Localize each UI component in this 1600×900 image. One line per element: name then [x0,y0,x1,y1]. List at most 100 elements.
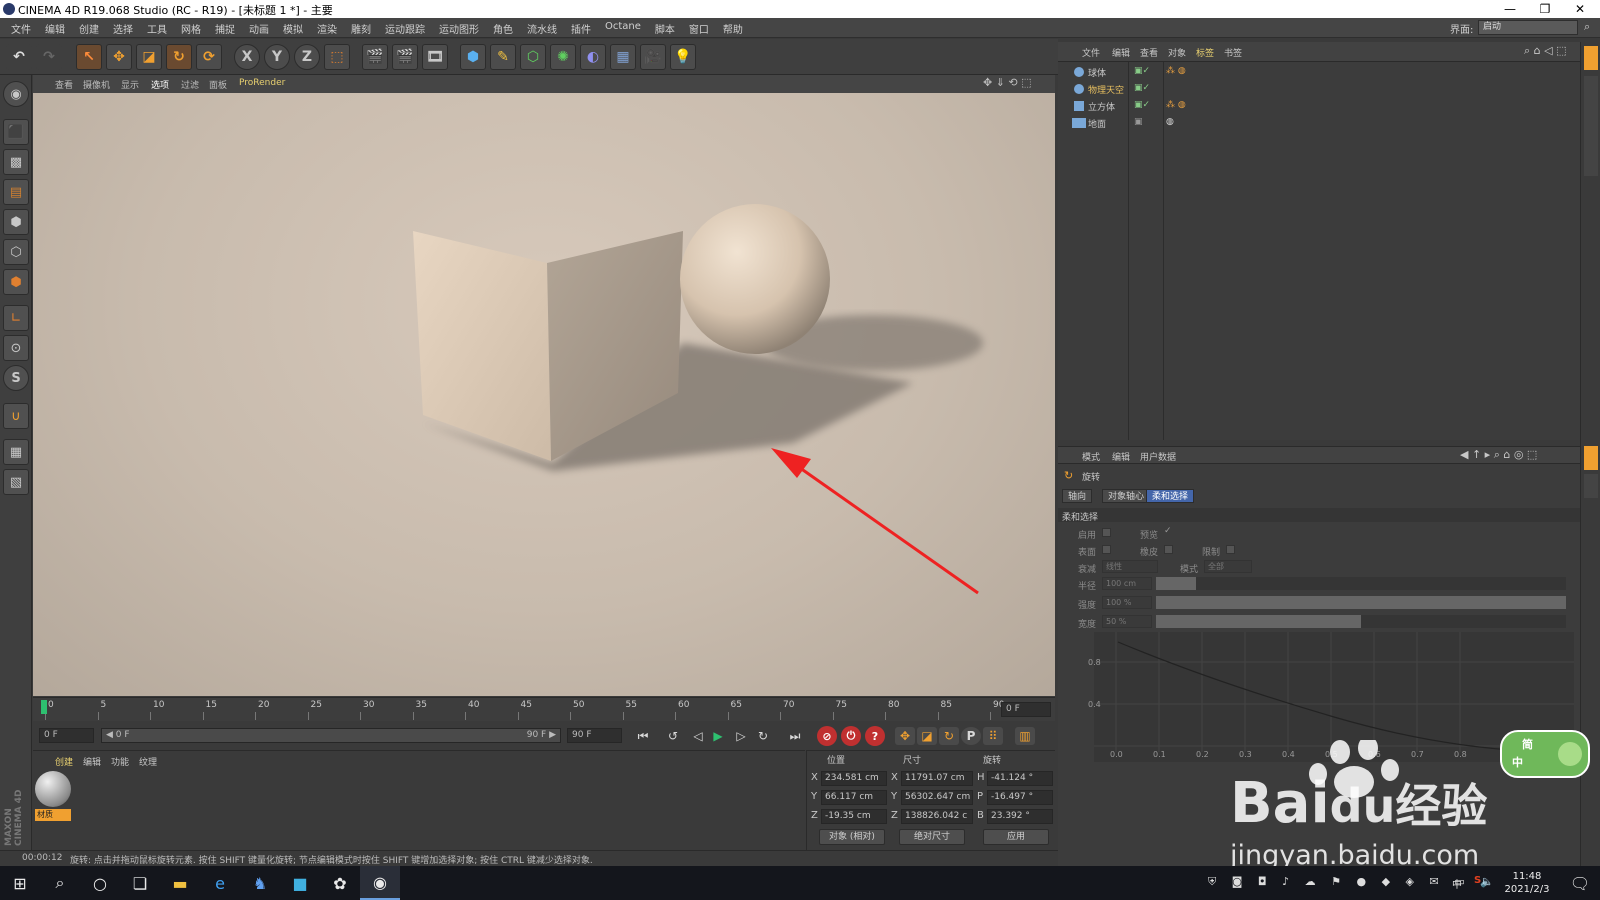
end-frame-field[interactable]: 90 F [567,728,622,743]
preview-checkmark-icon[interactable]: ✓ [1164,526,1172,536]
coord-apply-button[interactable]: 应用 [983,829,1049,845]
viewport-navigation-icons[interactable]: ✥ ⇓ ⟲ ⬚ [983,76,1032,89]
menu-item[interactable]: 模拟 [276,21,310,36]
y-axis-button[interactable]: Y [264,44,290,70]
dock-tab-layers[interactable] [1584,474,1598,498]
record-button[interactable]: ⊘ [817,726,837,746]
strength-field[interactable]: 100 % [1102,596,1152,609]
light-button[interactable]: 💡 [670,44,696,70]
material-name-label[interactable]: 材质 [35,809,71,821]
move-tool-button[interactable]: ✥ [106,44,132,70]
app-button-1[interactable]: ♞ [240,866,280,900]
viewport-menu-options[interactable]: 选项 [151,78,169,91]
mode-dropdown[interactable]: 全部 [1204,560,1252,573]
om-menu-view[interactable]: 查看 [1140,46,1158,59]
key-pla-button[interactable]: ⠿ [983,727,1003,745]
menu-item[interactable]: 运动跟踪 [378,21,432,36]
key-scale-button[interactable]: ◪ [917,727,937,745]
z-axis-button[interactable]: Z [294,44,320,70]
menu-item[interactable]: 帮助 [716,21,750,36]
prev-frame-button[interactable]: ◁ [688,727,708,745]
magnet-button[interactable]: ∪ [3,403,29,429]
viewport-menu-panel[interactable]: 面板 [209,78,227,91]
key-rotation-button[interactable]: ↻ [939,727,959,745]
sogou-ime-icon[interactable]: S [1474,875,1481,886]
ime-indicator[interactable]: 中 [1452,876,1462,891]
menu-item[interactable]: 流水线 [520,21,564,36]
task-view-button[interactable]: ❏ [120,866,160,900]
radius-slider[interactable] [1156,577,1566,590]
material-preview-sphere[interactable] [35,771,71,807]
tag-icons[interactable]: ⁂ ◍ [1166,66,1186,76]
key-position-button[interactable]: ✥ [895,727,915,745]
material-menu-texture[interactable]: 纹理 [139,755,157,768]
tab-axis[interactable]: 轴向 [1062,489,1093,503]
close-button[interactable]: ✕ [1565,0,1595,18]
start-frame-field[interactable]: 0 F [39,728,94,743]
points-mode-button[interactable]: ⬢ [3,209,29,235]
interface-select[interactable]: 启动 [1478,20,1578,35]
viewport-menu-prorender[interactable]: ProRender [239,78,285,88]
next-key-button[interactable]: ↻ [753,727,773,745]
am-toolbar-icons[interactable]: ◀ ↑ ▸ ⌕ ⌂ ◎ ⬚ [1460,448,1537,462]
cortana-button[interactable]: ○ [80,866,120,900]
edge-browser-button[interactable]: e [200,866,240,900]
floor-button[interactable]: ▦ [610,44,636,70]
goto-end-button[interactable]: ⏭ [785,727,805,745]
select-tool-button[interactable]: ↖ [76,44,102,70]
coord-rot-h-field[interactable]: -41.124 ° [987,771,1053,786]
undo-button[interactable]: ↶ [6,44,32,70]
play-button[interactable]: ▶ [708,727,728,745]
object-row-sphere[interactable]: 球体 ▣✓ ⁂ ◍ [1058,64,1580,81]
action-center-button[interactable]: 🗨 [1560,866,1600,900]
coord-rot-b-field[interactable]: 23.392 ° [987,809,1053,824]
surface-checkbox[interactable] [1102,545,1111,554]
om-menu-tag[interactable]: 标签 [1196,46,1214,59]
make-editable-button[interactable]: ◉ [3,81,29,107]
menu-item[interactable]: 雕刻 [344,21,378,36]
object-row-physical-sky[interactable]: 物理天空 ▣✓ [1058,81,1580,98]
om-menu-file[interactable]: 文件 [1082,46,1100,59]
dock-tab-attributes[interactable] [1584,446,1598,470]
coord-pos-z-field[interactable]: -19.35 cm [821,809,887,824]
cube-button[interactable]: ⬢ [460,44,486,70]
rotate-tool-button[interactable]: ↻ [166,44,192,70]
menu-item[interactable]: 插件 [564,21,598,36]
falloff-dropdown[interactable]: 线性 [1102,560,1158,573]
ime-badge[interactable]: 简 中 [1500,730,1590,778]
recent-tool-button[interactable]: ⟳ [196,44,222,70]
search-icon[interactable]: ⌕ [1584,20,1590,34]
object-row-cube[interactable]: 立方体 ▣✓ ⁂ ◍ [1058,98,1580,115]
dock-tab-objects[interactable] [1584,46,1598,70]
menu-item[interactable]: 运动图形 [432,21,486,36]
material-menu-function[interactable]: 功能 [111,755,129,768]
material-menu-create[interactable]: 创建 [55,755,73,768]
visibility-check-icon[interactable]: ▣✓ [1134,83,1150,93]
menu-item[interactable]: 创建 [72,21,106,36]
width-field[interactable]: 50 % [1102,615,1152,628]
scale-tool-button[interactable]: ◪ [136,44,162,70]
coord-size-y-field[interactable]: 56302.647 cm [901,790,973,805]
coord-mode-dropdown[interactable]: 对象 (相对) [819,829,885,845]
deformer-button[interactable]: ◐ [580,44,606,70]
workplane-lock-button[interactable]: ▦ [3,439,29,465]
texture-mode-button[interactable]: ▩ [3,149,29,175]
app-button-2[interactable]: ■ [280,866,320,900]
auto-key-button[interactable]: ⏻ [841,726,861,746]
coord-pos-x-field[interactable]: 234.581 cm [821,771,887,786]
key-parameter-button[interactable]: P [961,727,981,745]
radius-field[interactable]: 100 cm [1102,577,1152,590]
timeline-ruler[interactable]: 0 5 10 15 20 25 30 35 40 45 50 55 60 65 70 75 80 85 90 0 F [33,697,1055,721]
menu-item[interactable]: 选择 [106,21,140,36]
width-slider[interactable] [1156,615,1566,628]
am-menu-user-data[interactable]: 用户数据 [1140,450,1176,463]
system-clock[interactable]: 11:48 2021/2/3 [1502,870,1552,896]
visibility-icon[interactable]: ▣ [1134,117,1143,127]
viewport-menu-camera[interactable]: 摄像机 [83,78,110,91]
tweak-mode-button[interactable]: ⊙ [3,335,29,361]
minimize-button[interactable]: — [1495,0,1525,18]
menu-item[interactable]: 角色 [486,21,520,36]
file-explorer-button[interactable]: ▬ [160,866,200,900]
model-mode-button[interactable]: ⬛ [3,119,29,145]
redo-button[interactable]: ↷ [36,44,62,70]
